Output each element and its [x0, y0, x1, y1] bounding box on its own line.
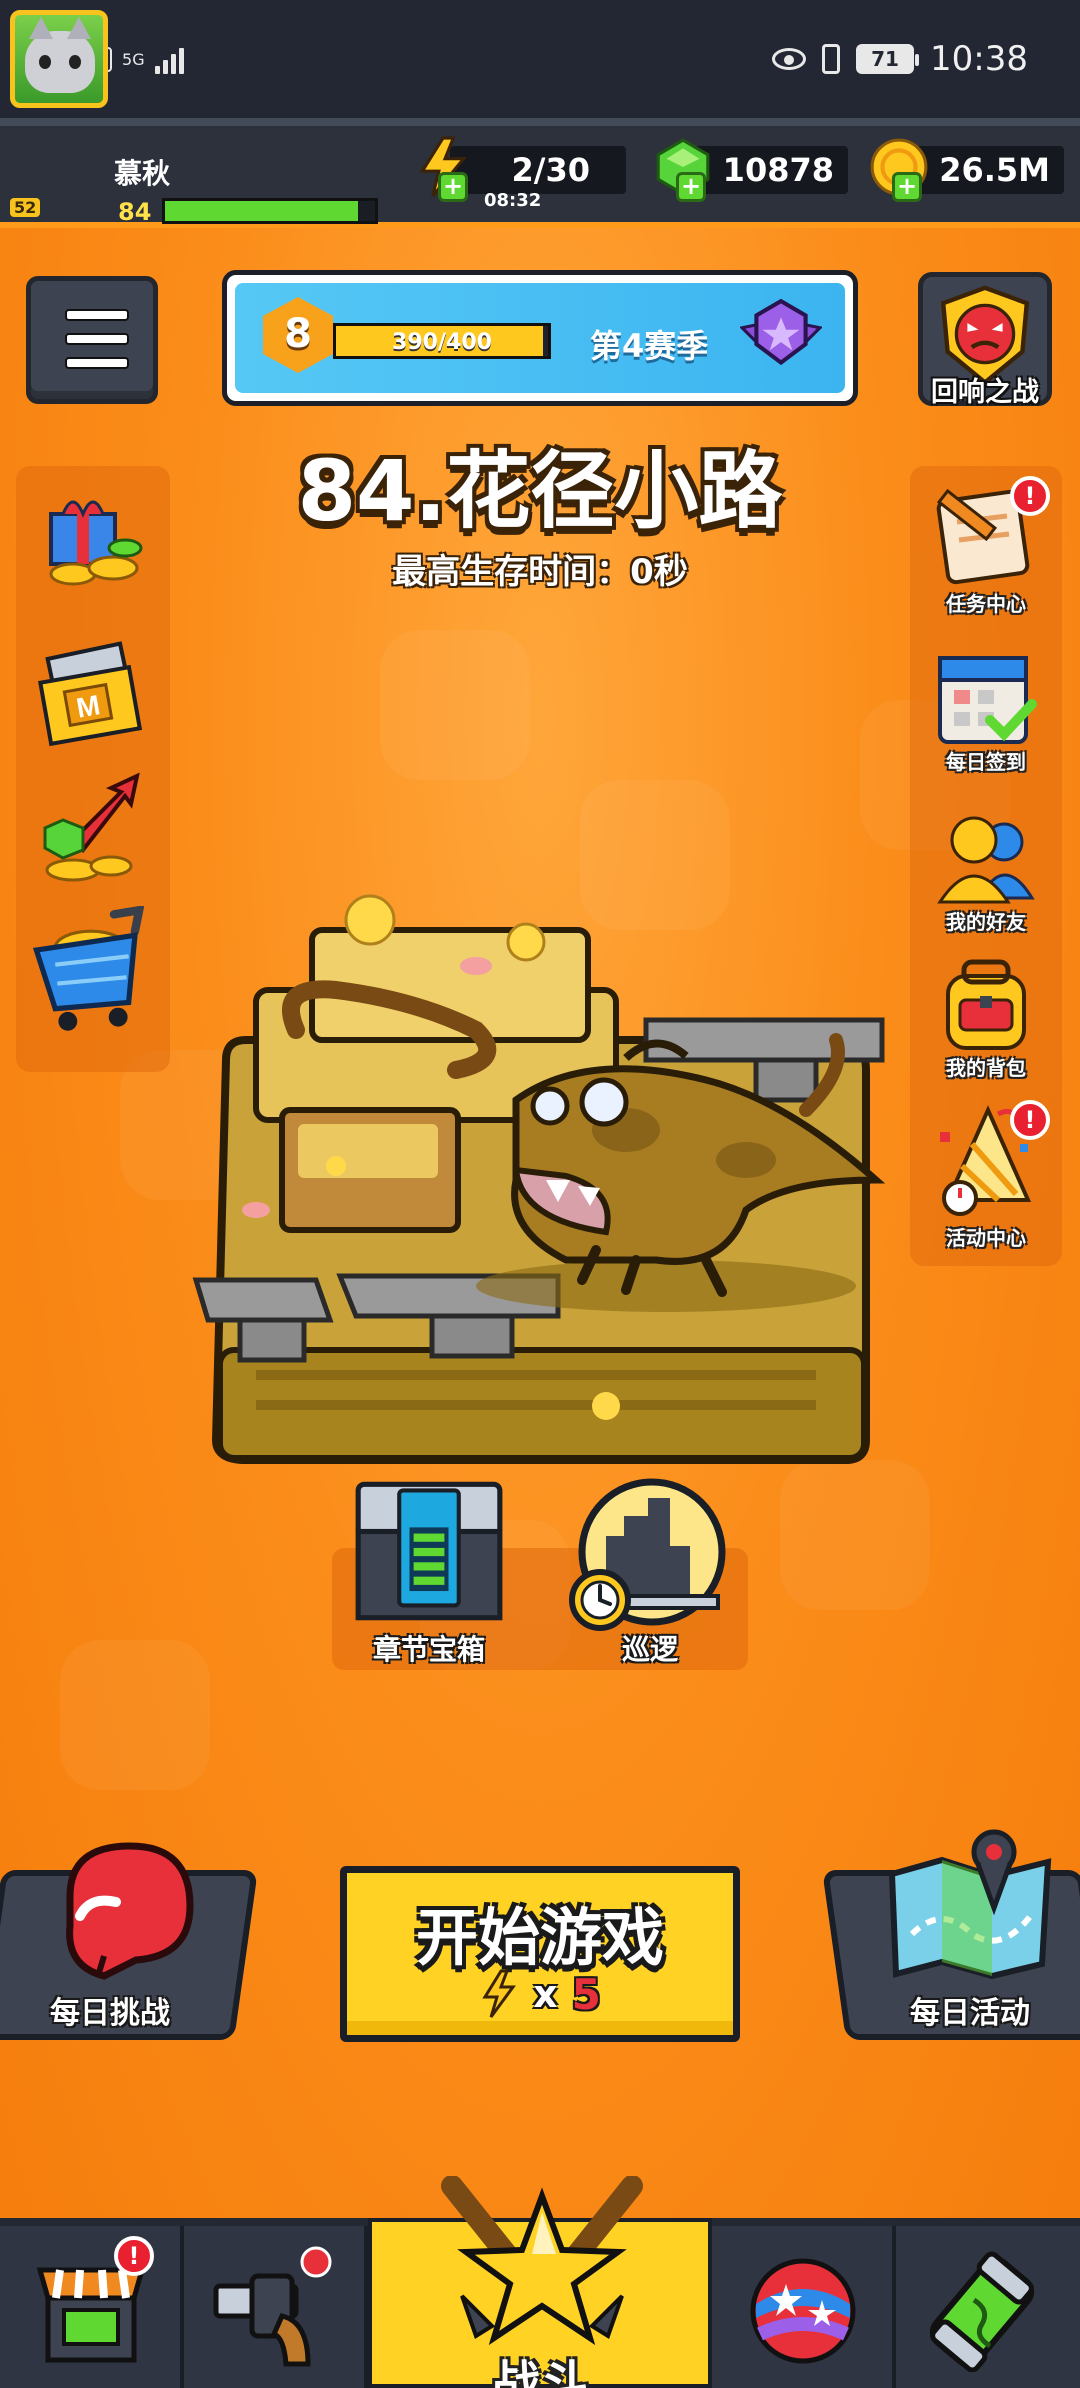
chapter-chest-label: 章节宝箱: [372, 1633, 485, 1666]
coin-value: 26.5M: [939, 151, 1050, 189]
energy-counter[interactable]: 2/30: [450, 146, 626, 194]
battery-icon: 71: [856, 44, 920, 74]
tab-genes[interactable]: [896, 2226, 1080, 2388]
daily-challenge-label: 每日挑战: [50, 1996, 170, 2031]
friends-icon[interactable]: [934, 812, 1038, 910]
system-status-bar: HD 5G 71 10:38: [0, 0, 1080, 118]
player-avatar[interactable]: [10, 10, 108, 108]
quest-center-label: 任务中心: [946, 592, 1026, 616]
weapon-icon: [213, 2246, 332, 2367]
daily-event-label: 每日活动: [910, 1996, 1030, 2031]
chapter-chest-icon[interactable]: [352, 1478, 506, 1624]
player-name: 慕秋: [114, 157, 171, 190]
my-backpack-label: 我的背包: [946, 1056, 1026, 1080]
tab-talents[interactable]: [712, 2226, 896, 2388]
energy-value: 2/30: [511, 151, 590, 189]
tab-shop[interactable]: !: [0, 2226, 184, 2388]
network-type: 5G: [122, 49, 145, 69]
season-pass-bar[interactable]: 8 390/400 第4赛季: [222, 270, 858, 406]
add-energy-button[interactable]: +: [438, 172, 468, 202]
gene-capsule-icon: [929, 2251, 1035, 2372]
talent-orb-icon: [750, 2258, 856, 2364]
start-game-cost: x 5: [347, 1969, 733, 2019]
start-game-label: 开始游戏: [415, 1901, 664, 1974]
gem-growth-icon[interactable]: [32, 770, 154, 890]
event-alert-badge: !: [1010, 1100, 1050, 1140]
player-level: 84: [118, 198, 152, 226]
cost-multiplier: x: [533, 1972, 558, 2016]
signal-icon: [154, 44, 184, 74]
season-progress-bar: 390/400: [333, 323, 551, 359]
eye-comfort-icon: [772, 48, 807, 70]
treasure-map-icon: [888, 1829, 1052, 1980]
event-center-label: 活动中心: [946, 1226, 1026, 1250]
vibrate-icon: [822, 44, 841, 74]
energy-cost: 5: [571, 1969, 601, 2019]
stage-title: 84.花径小路: [297, 442, 783, 540]
lightning-icon: [482, 1969, 517, 2018]
cat-avatar-icon: [25, 17, 95, 93]
avatar-badge: 52: [10, 198, 41, 217]
battle-icon: [441, 2176, 643, 2346]
bottom-navigation: ! 战斗: [0, 2176, 1080, 2388]
quest-alert-badge: !: [1010, 476, 1050, 516]
backpack-icon[interactable]: [934, 956, 1038, 1056]
patrol-label: 巡逻: [621, 1633, 678, 1666]
add-coin-button[interactable]: +: [892, 172, 922, 202]
add-gem-button[interactable]: +: [676, 172, 706, 202]
background-pattern: [380, 630, 530, 780]
main-menu-button[interactable]: [26, 276, 158, 404]
monthly-card-icon[interactable]: M: [32, 640, 154, 750]
my-friends-label: 我的好友: [946, 910, 1026, 934]
season-tier-badge: 8: [263, 297, 333, 373]
calendar-check-icon[interactable]: [934, 646, 1038, 750]
season-progress-text: 390/400: [392, 330, 492, 355]
stage-preview-scene[interactable]: [186, 880, 896, 1470]
best-survival-time: 最高生存时间：0秒: [392, 552, 688, 592]
season-name: 第4赛季: [590, 327, 709, 365]
status-clock: 10:38: [930, 39, 1028, 79]
shopping-cart-icon[interactable]: [30, 906, 156, 1036]
start-game-button[interactable]: 开始游戏 x 5: [340, 1866, 740, 2042]
energy-timer: 08:32: [484, 190, 542, 211]
season-rank-emblem-icon: [740, 298, 822, 366]
gem-value: 10878: [722, 151, 834, 189]
echo-battle-label: 回响之战: [931, 377, 1039, 408]
tab-weapons[interactable]: [184, 2226, 368, 2388]
background-pattern: [60, 1640, 210, 1790]
shop-alert-badge: !: [114, 2236, 154, 2276]
boxing-glove-icon: [66, 1842, 194, 1980]
patrol-icon[interactable]: [566, 1476, 734, 1634]
game-lobby-screen: HD 5G 71 10:38 52 慕秋 84 2/30 + 08:32 108…: [0, 0, 1080, 2388]
daily-checkin-label: 每日签到: [946, 750, 1026, 774]
player-xp-bar: [162, 198, 378, 224]
battle-tab-label: 战斗: [491, 2356, 588, 2388]
tab-battle[interactable]: 战斗: [368, 2176, 712, 2388]
gift-coins-icon[interactable]: [32, 484, 154, 594]
background-pattern: [780, 1460, 930, 1610]
